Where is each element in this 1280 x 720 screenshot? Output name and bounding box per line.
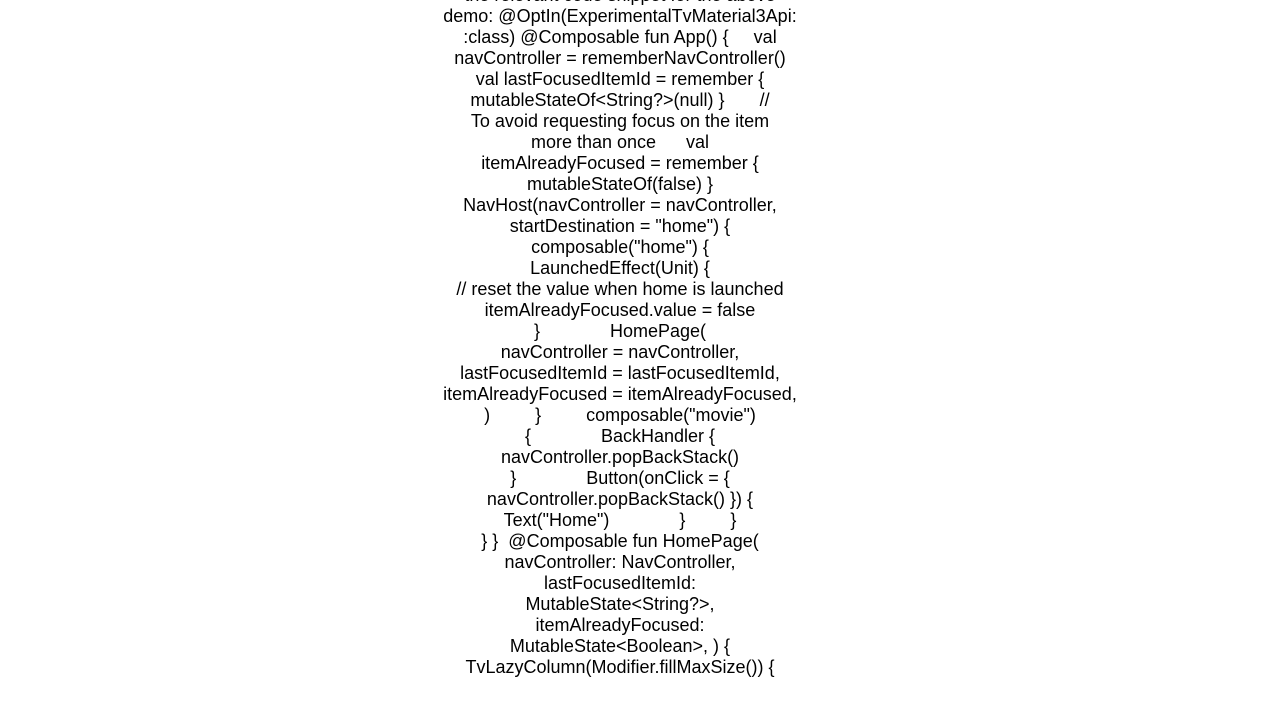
text-line: navController: NavController, [504, 552, 736, 572]
document-viewport: the relevant code snippet for the aboved… [0, 0, 1280, 681]
text-line: itemAlreadyFocused: [535, 615, 705, 635]
text-line: lastFocusedItemId: [543, 573, 697, 593]
text-line: TvLazyColumn(Modifier.fillMaxSize()) { [465, 657, 775, 677]
text-line: MutableState<Boolean>, ) { [509, 636, 731, 656]
text-line: mutableStateOf<String?>(null) } // [470, 90, 770, 110]
text-line: navController = rememberNavController() [454, 48, 786, 68]
text-line: itemAlreadyFocused = itemAlreadyFocused, [443, 384, 797, 404]
text-line: lastFocusedItemId = lastFocusedItemId, [460, 363, 780, 383]
text-line: val lastFocusedItemId = remember { [475, 69, 765, 89]
text-line: NavHost(navController = navController, [463, 195, 777, 215]
text-line: composable("home") { [531, 237, 709, 257]
text-line: Text("Home") } } [503, 510, 737, 530]
text-line: ) } composable("movie") [484, 405, 756, 425]
text-line: navController.popBackStack() [500, 447, 740, 467]
text-line: LaunchedEffect(Unit) { [530, 258, 710, 278]
text-line: startDestination = "home") { [509, 216, 731, 236]
text-line: itemAlreadyFocused = remember { [481, 153, 759, 173]
text-line: demo: @OptIn(ExperimentalTvMaterial3Api: [443, 6, 797, 26]
text-line: MutableState<String?>, [525, 594, 715, 614]
code-snippet-text: the relevant code snippet for the aboved… [440, 0, 800, 678]
text-line: navController.popBackStack() }) { [486, 489, 754, 509]
text-line: } Button(onClick = { [510, 468, 730, 488]
text-line: // reset the value when home is launched [456, 279, 784, 299]
text-line: To avoid requesting focus on the item [470, 111, 770, 131]
text-line: itemAlreadyFocused.value = false [484, 300, 756, 320]
text-line: } HomePage( [533, 321, 707, 341]
text-line: { BackHandler { [524, 426, 716, 446]
text-line: more than once val [530, 132, 710, 152]
text-line: mutableStateOf(false) } [526, 174, 714, 194]
text-line: :class) @Composable fun App() { val [463, 27, 777, 47]
text-line: navController = navController, [500, 342, 740, 362]
text-line: } } @Composable fun HomePage( [481, 531, 759, 551]
